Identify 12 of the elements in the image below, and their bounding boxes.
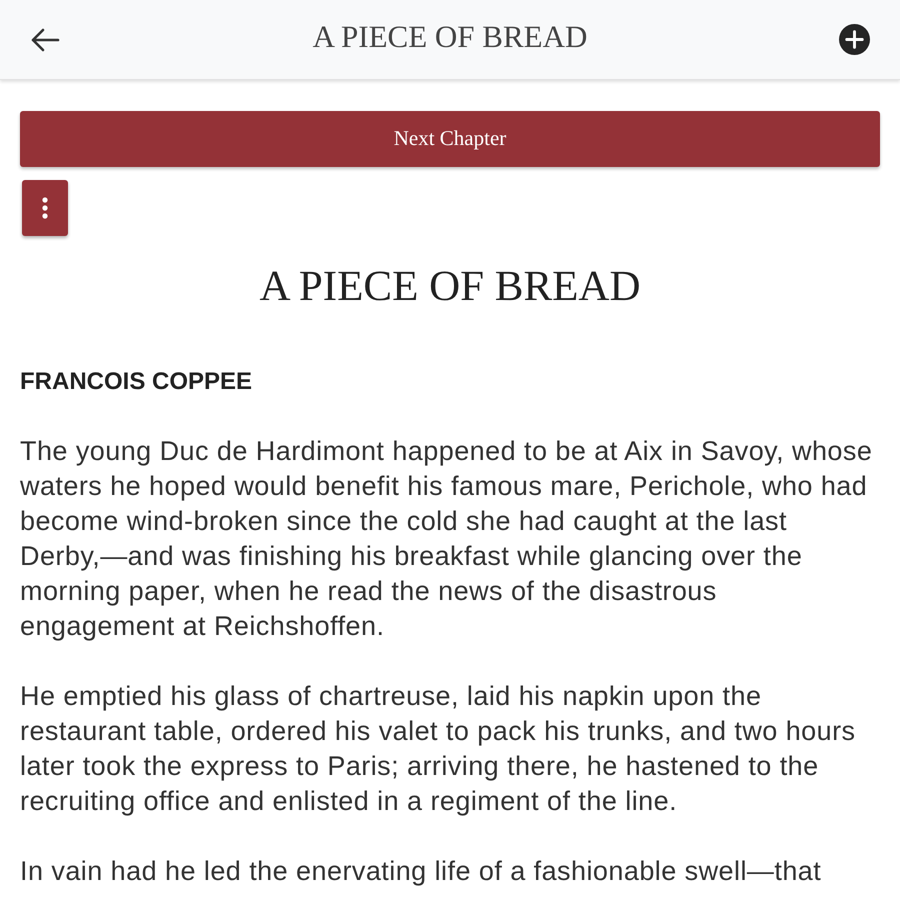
story-paragraph: The young Duc de Hardimont happened to be at Aix in Savoy, whose waters he hoped would benefit his famous mare, Perichole, who had become wind-broken since the cold she had caught at the last Derby,—and was finishing his breakfast while glancing over the morning paper, when he read the news of the disastrous engagement at Reichshoffen.	[20, 435, 874, 643]
more-menu-button[interactable]	[22, 180, 68, 236]
plus-circle-icon	[839, 24, 870, 55]
add-button[interactable]	[838, 22, 872, 56]
chapter-title: A PIECE OF BREAD	[258, 264, 642, 310]
header-title: A PIECE OF BREAD	[312, 18, 588, 54]
next-chapter-button[interactable]: Next Chapter	[20, 111, 880, 167]
author-name: FRANCOIS COPPEE	[20, 367, 254, 397]
story-paragraph: In vain had he led the enervating life of a fashionable swell—that	[20, 855, 822, 888]
back-arrow-icon	[30, 28, 60, 52]
story-paragraph: He emptied his glass of chartreuse, laid his napkin upon the restaurant table, ordered his valet to pack his trunks, and two hours later took the express to Paris; arriving there, he hastened to the recruiting office and enlisted in a regiment of the line.	[20, 680, 856, 818]
more-vertical-icon	[42, 197, 48, 219]
